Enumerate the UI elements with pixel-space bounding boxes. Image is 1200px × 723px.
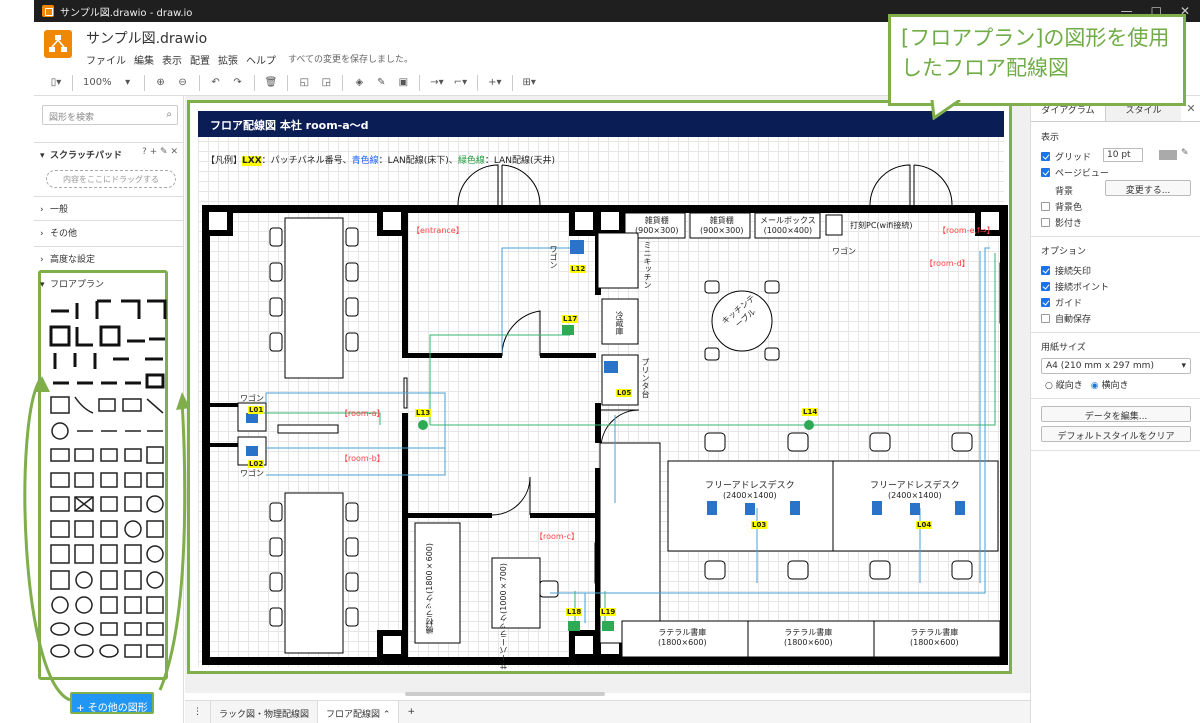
port-l05[interactable]: L05 xyxy=(616,389,633,397)
label-room-d[interactable]: 【room-d】 xyxy=(925,258,970,269)
free-desk-1[interactable]: フリーアドレスデスク (2400×1400) xyxy=(705,478,795,500)
annotation-callout: [フロアプラン]の図形を使用したフロア配線図 xyxy=(888,14,1186,106)
floorplan-highlight-frame: フロア配線図 本社 room-a〜d 【凡例】LXX：パッチパネル番号、青色線：… xyxy=(187,100,1012,674)
port-l03[interactable]: L03 xyxy=(751,521,768,529)
autosave-checkbox[interactable]: 自動保存 xyxy=(1041,312,1091,325)
port-l12[interactable]: L12 xyxy=(570,265,587,273)
delete-icon[interactable]: 🗑 xyxy=(265,77,278,88)
page-tabs: ⋮ ラック図・物理配線図 フロア配線図 ⌃ + xyxy=(185,700,1030,723)
portrait-radio[interactable]: ○ 縦向き xyxy=(1045,378,1083,391)
lateral-cabinet-3[interactable]: ラテラル書庫 (1800×600) xyxy=(910,627,959,647)
landscape-radio[interactable]: ◉ 横向き xyxy=(1091,378,1129,391)
wagon-label-4[interactable]: ワゴン xyxy=(240,468,264,479)
clear-default-style-button[interactable]: デフォルトスタイルをクリア xyxy=(1041,426,1191,442)
bg-color-checkbox[interactable]: 背景色 xyxy=(1041,200,1082,213)
insert-icon[interactable]: +▾ xyxy=(488,77,501,88)
equipment-rack[interactable]: 機材ラック(1800×600) xyxy=(424,543,435,634)
printer-stand[interactable]: プリンタ台 xyxy=(640,358,651,398)
fridge[interactable]: 冷蔵庫 xyxy=(614,311,625,335)
shadow-icon[interactable]: ▣ xyxy=(397,77,409,88)
connection-icon[interactable]: →▾ xyxy=(430,77,443,88)
grid-color-swatch[interactable] xyxy=(1159,150,1177,160)
paper-size-select[interactable]: A4 (210 mm x 297 mm) ▾ xyxy=(1041,358,1191,374)
shelf-2[interactable]: 雑貨棚 (900×300) xyxy=(700,215,743,235)
wagon-label-1[interactable]: ワゴン xyxy=(832,246,856,257)
wagon-label-2[interactable]: ワゴン xyxy=(548,245,559,269)
port-l04[interactable]: L04 xyxy=(916,521,933,529)
menu-extras[interactable]: 拡張 xyxy=(218,52,238,67)
connection-arrows-checkbox[interactable]: 接続矢印 xyxy=(1041,264,1091,277)
port-l13[interactable]: L13 xyxy=(415,409,432,417)
paper-size-label: 用紙サイズ xyxy=(1041,343,1086,353)
to-front-icon[interactable]: ◱ xyxy=(298,77,310,88)
connection-points-checkbox[interactable]: 接続ポイント xyxy=(1041,280,1109,293)
guides-checkbox[interactable]: ガイド xyxy=(1041,296,1082,309)
diagram-canvas[interactable]: フロア配線図 本社 room-a〜d 【凡例】LXX：パッチパネル番号、青色線：… xyxy=(185,96,1030,693)
orientation-radios: ○ 縦向き ◉ 横向き xyxy=(1045,378,1128,391)
fill-color-icon[interactable]: ◈ xyxy=(353,77,365,88)
shelf-1[interactable]: 雑貨棚 (900×300) xyxy=(635,215,678,235)
label-room-b[interactable]: 【room-b】 xyxy=(340,453,385,464)
page-tab-rack[interactable]: ラック図・物理配線図 xyxy=(211,700,319,723)
background-label: 背景 xyxy=(1055,187,1074,197)
lateral-cabinet-2[interactable]: ラテラル書庫 (1800×600) xyxy=(784,627,833,647)
line-color-icon[interactable]: ✎ xyxy=(375,77,387,88)
undo-icon[interactable]: ↶ xyxy=(210,77,222,88)
timecard-pc[interactable]: 打刻PC(wifi接続) xyxy=(850,220,912,231)
mini-kitchen[interactable]: ミニキッチン xyxy=(642,241,653,289)
shadow-checkbox[interactable]: 影付き xyxy=(1041,216,1082,229)
page-view-checkbox[interactable]: ページビュー xyxy=(1041,166,1109,179)
table-icon[interactable]: ⊞▾ xyxy=(523,77,536,88)
save-status: すべての変更を保存しました。 xyxy=(288,55,414,65)
annotation-arrows xyxy=(23,376,190,702)
to-back-icon[interactable]: ◲ xyxy=(320,77,332,88)
wagon-label-3[interactable]: ワゴン xyxy=(240,393,264,404)
server-rack[interactable]: サーバーラック(1000×700) xyxy=(498,563,509,670)
label-room-a[interactable]: 【room-a】 xyxy=(340,408,384,419)
page-tab-floor[interactable]: フロア配線図 ⌃ xyxy=(318,700,400,723)
port-l19[interactable]: L19 xyxy=(600,608,617,616)
add-page-icon[interactable]: + xyxy=(399,701,423,723)
free-desk-2[interactable]: フリーアドレスデスク (2400×1400) xyxy=(870,478,960,500)
port-l01[interactable]: L01 xyxy=(248,406,265,414)
edit-data-button[interactable]: データを編集... xyxy=(1041,406,1191,422)
port-l17[interactable]: L17 xyxy=(562,315,579,323)
label-room-ef[interactable]: 【room-e,f⇒】 xyxy=(938,225,995,236)
lateral-cabinet-1[interactable]: ラテラル書庫 (1800×600) xyxy=(658,627,707,647)
options-label: オプション xyxy=(1041,247,1087,257)
grid-checkbox[interactable]: グリッド xyxy=(1041,150,1091,163)
port-l18[interactable]: L18 xyxy=(566,608,583,616)
redo-icon[interactable]: ↷ xyxy=(232,77,244,88)
view-label: 表示 xyxy=(1041,133,1060,143)
grid-size-input[interactable]: 10 pt xyxy=(1103,148,1143,162)
horizontal-scrollbar[interactable] xyxy=(405,692,605,696)
menu-help[interactable]: ヘルプ xyxy=(246,52,276,67)
format-panel: ダイアグラム スタイル ✕ 表示 グリッド 10 pt ✎ ページビュー 背景 … xyxy=(1030,96,1200,723)
floor-plan-drawing[interactable] xyxy=(190,103,1012,674)
mailbox[interactable]: メールボックス (1000×400) xyxy=(760,215,816,235)
port-l02[interactable]: L02 xyxy=(248,460,265,468)
change-background-button[interactable]: 変更する... xyxy=(1105,180,1191,196)
label-entrance[interactable]: 【entrance】 xyxy=(412,225,464,236)
callout-tail xyxy=(930,100,961,120)
port-l14[interactable]: L14 xyxy=(802,408,819,416)
edit-grid-icon[interactable]: ✎ xyxy=(1181,148,1189,158)
label-room-c[interactable]: 【room-c】 xyxy=(535,531,579,542)
section-floorplan[interactable]: ▾ フロアプラン xyxy=(34,272,184,294)
waypoints-icon[interactable]: ⌐▾ xyxy=(454,77,467,88)
